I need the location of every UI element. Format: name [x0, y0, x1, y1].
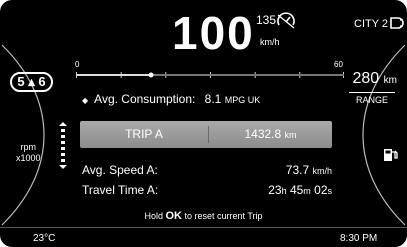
diamond-bullet-icon: ◆ [82, 96, 89, 105]
trip-distance: 1432.8 km [209, 127, 332, 141]
avg-speed-readout: 73.7 km/h [286, 163, 332, 177]
trip-name: TRIP A [125, 127, 163, 141]
avg-consumption-value: 8.1 [204, 92, 222, 106]
consumption-scale [76, 72, 344, 78]
consumption-marker [148, 72, 154, 78]
footer-divider [0, 227, 407, 228]
clock-time: 8:30 PM [340, 233, 378, 244]
fuel-pump-icon [384, 149, 398, 161]
reset-hint-key: OK [165, 210, 182, 222]
drive-mode-icon [390, 17, 404, 29]
travel-time-seconds-unit: s [327, 186, 333, 196]
rpm-level-dots [59, 122, 67, 169]
travel-time-hours-unit: h [281, 186, 287, 196]
outside-temperature: 23°C [33, 233, 56, 244]
speed-limiter-icon [277, 12, 295, 29]
reset-hint-post: to reset current Trip [184, 211, 263, 221]
speed-unit: km/h [260, 37, 280, 47]
range-label: RANGE [349, 92, 395, 105]
travel-time-label: Travel Time A: [82, 183, 159, 197]
rpm-label: rpm x1000 [16, 142, 41, 164]
rpm-scale: x1000 [16, 153, 41, 163]
consumption-level-fill [76, 74, 151, 76]
trip-distance-unit: km [284, 130, 297, 140]
travel-time-seconds: 02 [314, 183, 328, 197]
reset-hint-pre: Hold [144, 211, 163, 221]
range-unit: km [383, 75, 397, 86]
avg-consumption-row: ◆ Avg. Consumption: 8.1 MPG UK [82, 92, 260, 106]
trip-distance-value: 1432.8 [244, 127, 282, 141]
avg-speed-unit: km/h [312, 166, 332, 176]
gear-indicator: 5 ▴ 6 [10, 72, 53, 92]
avg-consumption-label: Avg. Consumption: [94, 92, 196, 106]
range-value: 280 [352, 70, 380, 87]
travel-time-readout: 23h 45m 02s [268, 183, 332, 197]
trip-selector-bar[interactable]: TRIP A 1432.8 km [80, 121, 332, 148]
instrument-cluster-display: 100 135 km/h CITY 2 5 ▴ 6 rpm x1000 280 … [0, 0, 407, 247]
travel-time-minutes: 45 [289, 183, 304, 197]
fuel-gauge-arc [362, 44, 406, 226]
rpm-unit: rpm [20, 142, 37, 152]
avg-consumption-unit: MPG UK [224, 95, 261, 105]
rpm-gauge-arc [1, 44, 45, 226]
reset-hint: Hold OK to reset current Trip [0, 210, 407, 222]
speed-limit-value: 135 [256, 13, 277, 27]
current-speed: 100 [172, 7, 255, 59]
avg-speed-label: Avg. Speed A: [82, 163, 158, 177]
avg-speed-value: 73.7 [285, 163, 310, 177]
drive-mode-label: CITY 2 [354, 18, 389, 30]
travel-time-hours: 23 [268, 183, 282, 197]
range-readout: 280 km [353, 70, 398, 88]
travel-time-minutes-unit: m [303, 186, 311, 196]
consumption-scale-max: 60 [334, 60, 343, 69]
consumption-scale-min: 0 [75, 60, 80, 69]
